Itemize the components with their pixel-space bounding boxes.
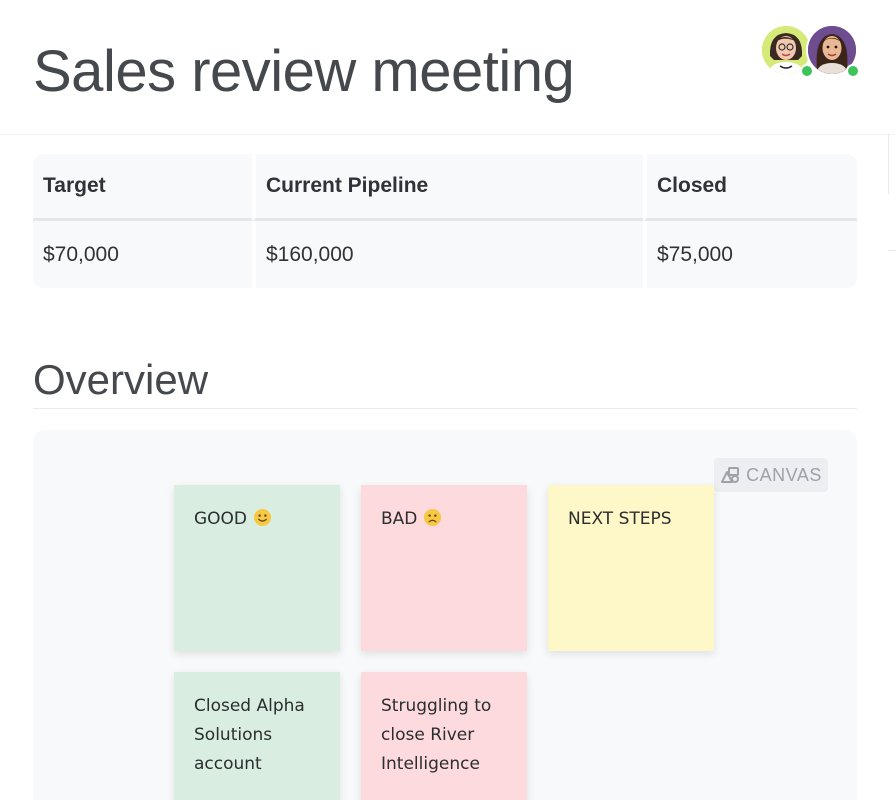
- sticky-note-good[interactable]: GOOD: [174, 485, 340, 651]
- canvas-badge-label: CANVAS: [746, 464, 822, 485]
- sticky-note-text: Closed Alpha Solutions account: [194, 696, 305, 774]
- smile-emoji-icon: [253, 508, 272, 527]
- section-title-overview[interactable]: Overview: [33, 354, 208, 406]
- table-cell-closed[interactable]: $75,000: [643, 221, 857, 288]
- sticky-note-bad[interactable]: BAD: [361, 485, 527, 651]
- canvas-badge[interactable]: CANVAS: [714, 458, 828, 492]
- sticky-note-text: NEXT STEPS: [568, 509, 672, 529]
- table-header-row: Target Current Pipeline Closed: [33, 154, 857, 221]
- page-title[interactable]: Sales review meeting: [33, 36, 575, 108]
- column-header-current-pipeline[interactable]: Current Pipeline: [252, 154, 643, 221]
- sticky-note-text: Struggling to close River Intelligence: [381, 696, 492, 774]
- section-divider: [33, 408, 857, 409]
- online-status-dot: [800, 64, 814, 78]
- page: Sales review meeting Target Current Pipe…: [0, 0, 896, 800]
- sales-stats-table: Target Current Pipeline Closed $70,000 $…: [33, 154, 857, 288]
- table-cell-target[interactable]: $70,000: [33, 221, 252, 288]
- online-status-dot: [846, 64, 860, 78]
- sticky-note-text: GOOD: [194, 509, 248, 529]
- side-border: [888, 250, 896, 251]
- table-cell-current-pipeline[interactable]: $160,000: [252, 221, 643, 288]
- table-row: $70,000 $160,000 $75,000: [33, 221, 857, 288]
- canvas-icon: [721, 467, 740, 483]
- canvas-board[interactable]: CANVAS GOOD BAD NEXT STEPS Closed Alpha …: [33, 430, 857, 800]
- header-divider: [0, 134, 896, 135]
- sticky-note-struggling-river[interactable]: Struggling to close River Intelligence: [361, 672, 527, 800]
- collaborator-avatars: [760, 24, 860, 80]
- column-header-target[interactable]: Target: [33, 154, 252, 221]
- frown-emoji-icon: [424, 508, 442, 527]
- column-header-closed[interactable]: Closed: [643, 154, 857, 221]
- sticky-note-closed-alpha[interactable]: Closed Alpha Solutions account: [174, 672, 340, 800]
- side-border: [888, 134, 889, 194]
- sticky-note-text: BAD: [381, 509, 418, 529]
- sticky-note-next-steps[interactable]: NEXT STEPS: [548, 485, 714, 651]
